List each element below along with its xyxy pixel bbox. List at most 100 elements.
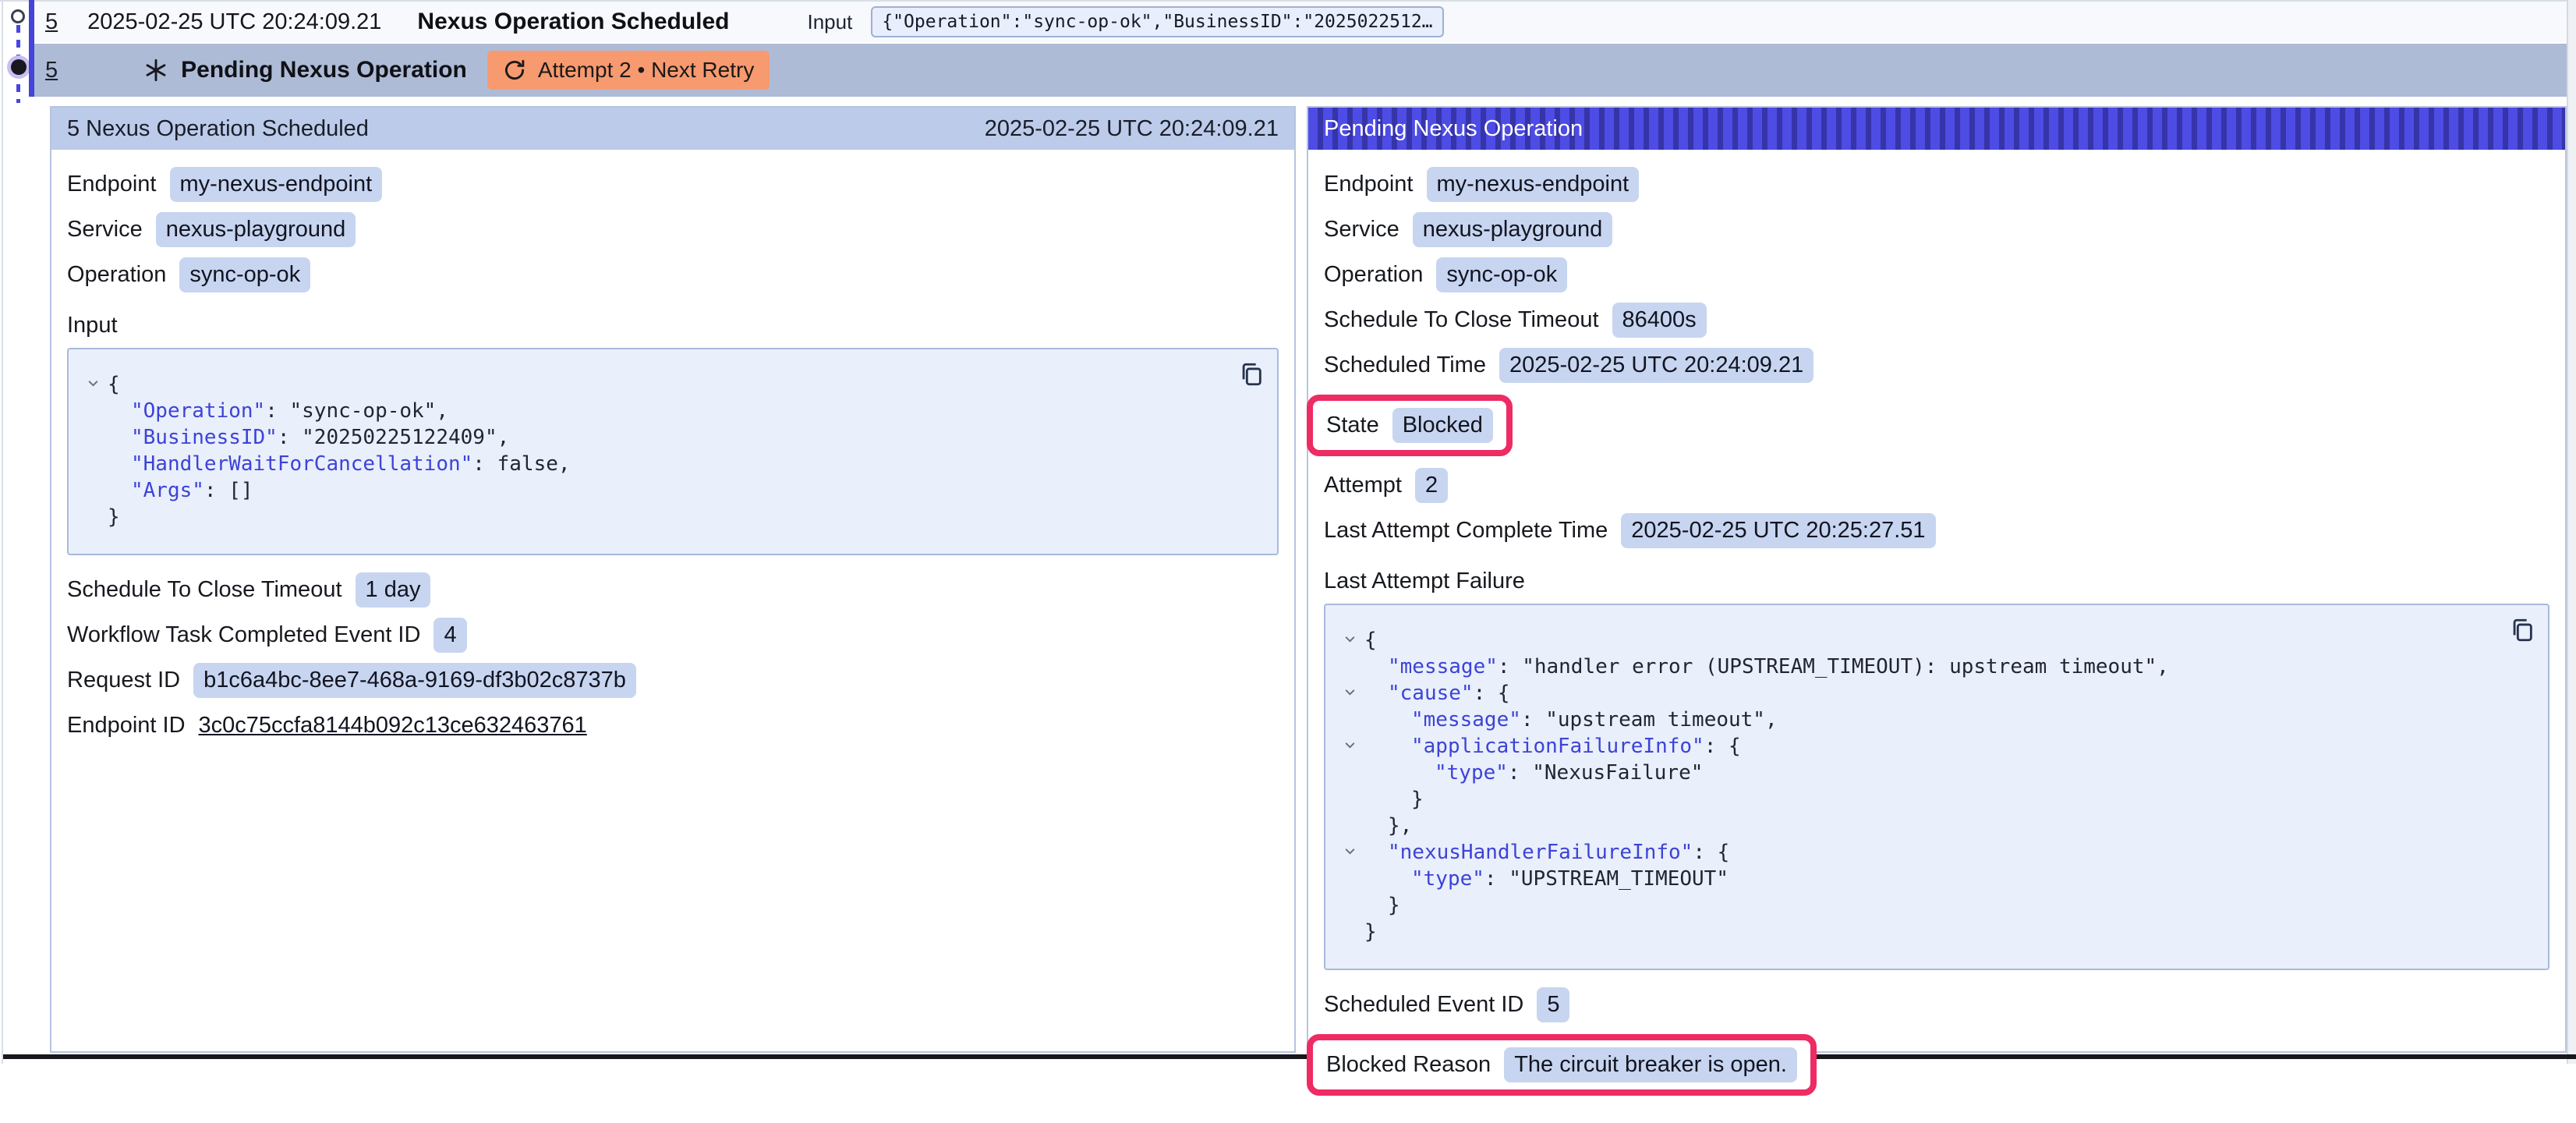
json-gutter [1335, 919, 1364, 924]
field-row: Request ID b1c6a4bc-8ee7-468a-9169-df3b02… [67, 663, 1279, 698]
field-label: Scheduled Event ID [1324, 992, 1523, 1018]
field-label: Attempt [1324, 473, 1402, 498]
json-code: { [108, 371, 120, 398]
event-id-link[interactable]: 5 [45, 9, 58, 35]
right-margin [2567, 0, 2576, 1064]
panel-header-time: 2025-02-25 UTC 20:24:09.21 [985, 116, 1279, 142]
json-code: "message": "handler error (UPSTREAM_TIME… [1364, 654, 2169, 680]
field-label: Blocked Reason [1326, 1052, 1491, 1078]
panel-header-title: 5 Nexus Operation Scheduled [67, 116, 369, 142]
json-line: "message": "handler error (UPSTREAM_TIME… [1335, 654, 2501, 680]
panel-body: Endpointmy-nexus-endpointServicenexus-pl… [51, 150, 1294, 768]
json-line: } [1335, 919, 2501, 945]
field-value-badge: 5 [1537, 987, 1569, 1022]
json-gutter [78, 477, 108, 483]
field-inner: Service nexus-playground [67, 212, 356, 247]
field-row: Operationsync-op-ok [1324, 257, 2549, 292]
json-line: } [1335, 786, 2501, 813]
copy-button[interactable] [2509, 616, 2535, 644]
json-code: "BusinessID": "20250225122409", [108, 424, 509, 451]
json-code: "nexusHandlerFailureInfo": { [1364, 839, 1729, 866]
field-value-badge: my-nexus-endpoint [1427, 167, 1640, 202]
field-inner: Attempt2 [1324, 468, 1448, 503]
field-value-badge: The circuit breaker is open. [1504, 1047, 1797, 1082]
field-label: Schedule To Close Timeout [67, 577, 342, 603]
field-row: Operationsync-op-ok [67, 257, 1279, 292]
field-inner: Scheduled Event ID 5 [1324, 987, 1569, 1022]
field-row: Workflow Task Completed Event ID4 [67, 618, 1279, 653]
attempt-retry-label: Attempt 2 • Next Retry [538, 58, 754, 83]
highlight-annotation: StateBlocked [1307, 395, 1513, 456]
field-value-badge: 1 day [356, 572, 431, 608]
field-row: Service nexus-playground [67, 212, 1279, 247]
collapse-chevron-icon[interactable] [1335, 680, 1364, 699]
event-time: 2025-02-25 UTC 20:24:09.21 [87, 9, 381, 35]
field-row: Scheduled Time2025-02-25 UTC 20:24:09.21 [1324, 348, 2549, 383]
field-value-link[interactable]: 3c0c75ccfa8144b092c13ce632463761 [199, 713, 587, 739]
panel-header: 5 Nexus Operation Scheduled 2025-02-25 U… [51, 108, 1294, 150]
highlight-annotation: Blocked Reason The circuit breaker is ope… [1307, 1034, 1817, 1096]
json-gutter [78, 504, 108, 509]
json-lines: {"message": "handler error (UPSTREAM_TIM… [1335, 627, 2501, 945]
field-inner: Schedule To Close Timeout86400s [1324, 303, 1707, 338]
history-row-pending[interactable]: 5 Pending Nexus Operation Attempt 2 • Ne… [34, 44, 2567, 97]
field-label: Last Attempt Complete Time [1324, 518, 1608, 544]
field-label: Endpoint [67, 172, 157, 197]
json-gutter [1335, 707, 1364, 712]
failure-json-viewer: {"message": "handler error (UPSTREAM_TIM… [1324, 604, 2549, 970]
field-inner: Servicenexus-playground [1324, 212, 1612, 247]
field-row: Attempt2 [1324, 468, 2549, 503]
field-label: Schedule To Close Timeout [1324, 307, 1599, 333]
retry-icon [503, 58, 526, 82]
panel-body: Endpoint my-nexus-endpoint Servicenexus-pl… [1308, 150, 2565, 1123]
input-preview-chip[interactable]: {"Operation":"sync-op-ok","BusinessID":"… [871, 6, 1443, 37]
field-row: StateBlocked [1324, 393, 2549, 458]
collapse-chevron-icon[interactable] [78, 371, 108, 390]
event-title: Pending Nexus Operation [181, 57, 467, 83]
input-json-viewer: {"Operation": "sync-op-ok","BusinessID":… [67, 348, 1279, 555]
field-row: Schedule To Close Timeout 1 day [67, 572, 1279, 608]
json-gutter [1335, 760, 1364, 765]
field-label: Service [67, 217, 143, 243]
timeline-node-open-icon [11, 9, 25, 23]
json-line: "Operation": "sync-op-ok", [78, 398, 1230, 424]
field-inner: Endpoint ID 3c0c75ccfa8144b092c13ce632463… [67, 713, 587, 739]
json-code: } [1364, 892, 1400, 919]
field-row: Blocked Reason The circuit breaker is ope… [1324, 1033, 2549, 1097]
json-gutter [78, 424, 108, 430]
panel-header-pending: Pending Nexus Operation [1308, 108, 2565, 150]
json-gutter [1335, 654, 1364, 659]
json-code: "applicationFailureInfo": { [1364, 733, 1741, 760]
event-id-link[interactable]: 5 [45, 58, 58, 83]
field-inner: Endpoint my-nexus-endpoint [1324, 167, 1639, 202]
attempt-retry-badge: Attempt 2 • Next Retry [487, 51, 770, 90]
field-value-badge: nexus-playground [156, 212, 356, 247]
field-row: Endpoint my-nexus-endpoint [1324, 167, 2549, 202]
field-inner: Scheduled Time2025-02-25 UTC 20:24:09.21 [1324, 348, 1813, 383]
json-line: "applicationFailureInfo": { [1335, 733, 2501, 760]
collapse-chevron-icon[interactable] [1335, 733, 1364, 752]
field-inner: Schedule To Close Timeout 1 day [67, 572, 430, 608]
field-label: Request ID [67, 668, 180, 693]
field-value-badge: Blocked [1392, 408, 1493, 443]
event-detail-panel-pending: Pending Nexus Operation Endpoint my-nexus… [1307, 106, 2567, 1053]
field-row: Scheduled Event ID 5 [1324, 987, 2549, 1022]
field-row: Endpoint ID 3c0c75ccfa8144b092c13ce632463… [67, 708, 1279, 742]
json-code: "type": "NexusFailure" [1364, 760, 1703, 786]
event-title: Nexus Operation Scheduled [417, 9, 729, 35]
history-row-scheduled[interactable]: 5 2025-02-25 UTC 20:24:09.21 Nexus Opera… [34, 2, 2567, 42]
json-line: } [1335, 892, 2501, 919]
asterisk-icon [143, 58, 168, 83]
fields-top: Endpointmy-nexus-endpointServicenexus-pl… [67, 167, 1279, 292]
copy-button[interactable] [1238, 360, 1265, 388]
collapse-chevron-icon[interactable] [1335, 627, 1364, 646]
field-label: Endpoint [1324, 172, 1414, 197]
json-line: } [78, 504, 1230, 530]
field-value-badge: b1c6a4bc-8ee7-468a-9169-df3b02c8737b [193, 663, 636, 698]
json-gutter [1335, 786, 1364, 792]
field-label: Operation [1324, 262, 1423, 288]
field-label: Scheduled Time [1324, 352, 1486, 378]
collapse-chevron-icon[interactable] [1335, 839, 1364, 858]
field-label: Endpoint ID [67, 713, 186, 739]
fields-bottom: Scheduled Event ID 5 Blocked Reason The cir… [1324, 987, 2549, 1097]
